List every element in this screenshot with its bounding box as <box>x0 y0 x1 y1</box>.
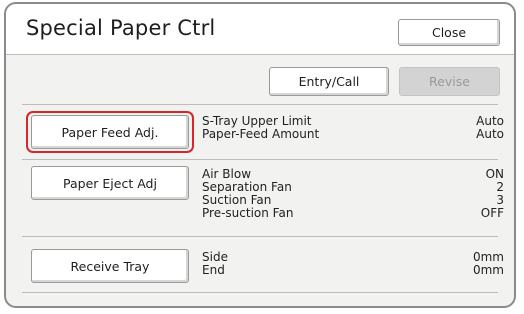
divider <box>22 236 498 237</box>
divider <box>22 159 498 160</box>
paper-feed-amount-label: Paper-Feed Amount <box>202 127 320 141</box>
entry-call-button[interactable]: Entry/Call <box>269 67 389 96</box>
paper-eject-adj-button[interactable]: Paper Eject Adj <box>31 166 189 200</box>
end-label: End <box>202 263 225 277</box>
pre-suction-fan-value: OFF <box>480 206 504 220</box>
pre-suction-fan-label: Pre-suction Fan <box>202 206 294 220</box>
paper-feed-adj-button[interactable]: Paper Feed Adj. <box>31 115 189 149</box>
end-value: 0mm <box>472 263 504 277</box>
page-title: Special Paper Ctrl <box>26 16 216 40</box>
divider <box>22 104 498 105</box>
receive-tray-button[interactable]: Receive Tray <box>31 249 189 283</box>
title-bar: Special Paper Ctrl Close <box>6 4 514 55</box>
special-paper-ctrl-dialog: Special Paper Ctrl Close Entry/Call Revi… <box>4 2 516 308</box>
revise-button[interactable]: Revise <box>399 67 500 96</box>
close-button[interactable]: Close <box>398 19 500 46</box>
paper-feed-amount-value: Auto <box>476 127 504 141</box>
divider <box>22 292 498 293</box>
